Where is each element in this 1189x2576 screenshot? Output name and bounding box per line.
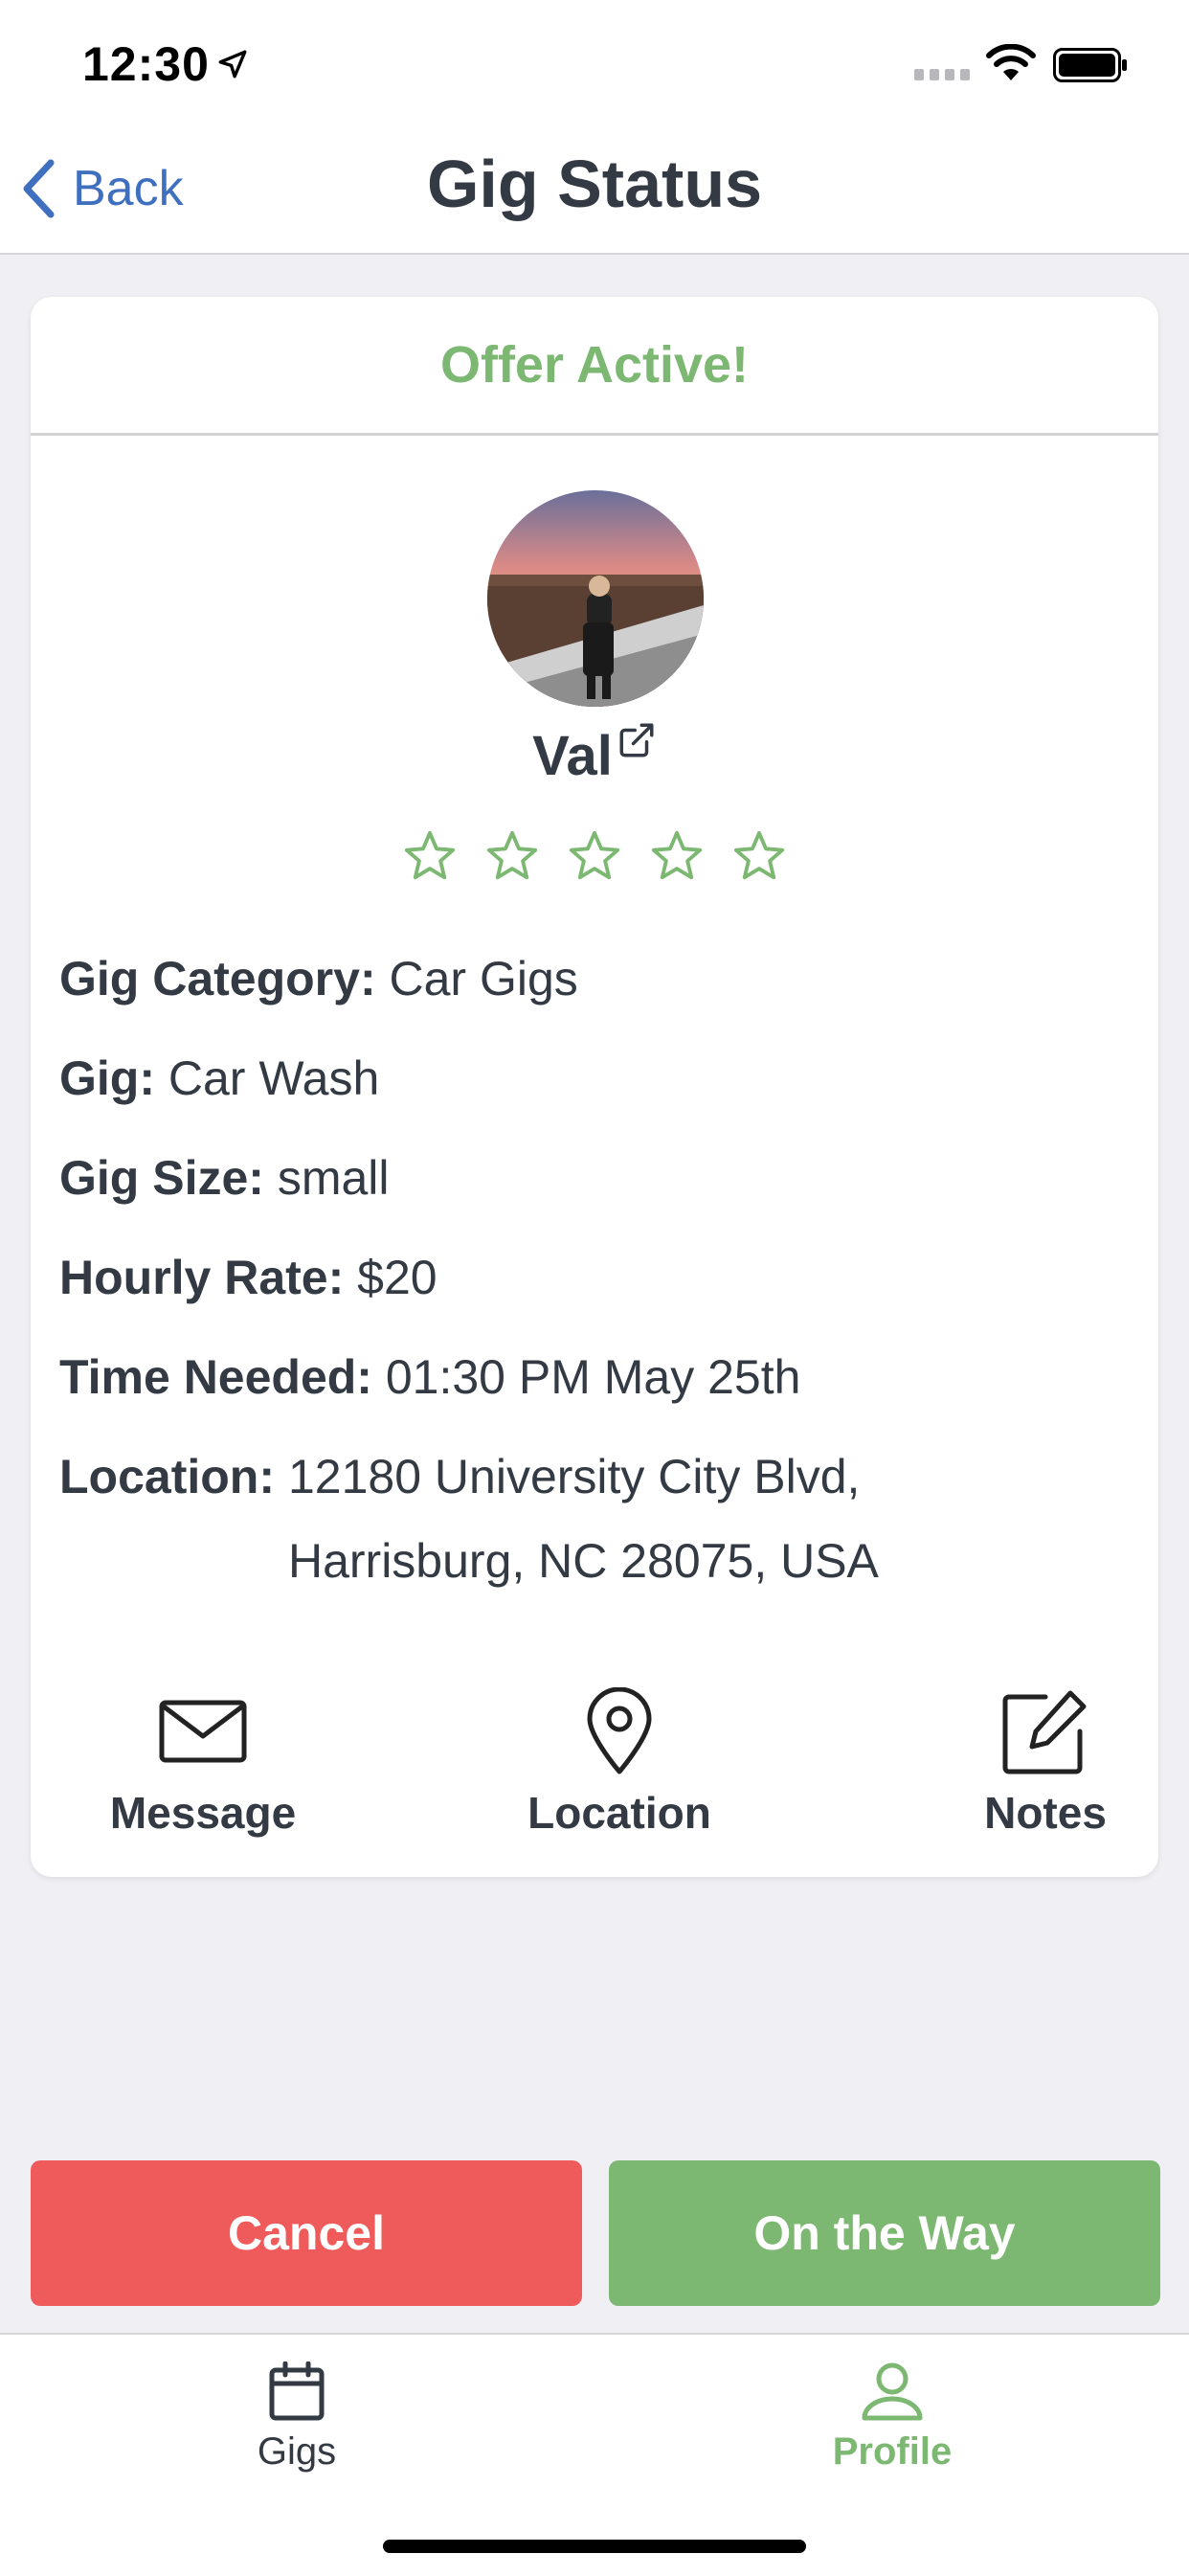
user-name-row[interactable]: Val bbox=[31, 723, 1158, 788]
map-pin-icon bbox=[587, 1687, 652, 1774]
navigation-bar: Back Gig Status bbox=[0, 126, 1189, 255]
detail-row-gig-size: Gig Size: small bbox=[59, 1128, 1132, 1228]
detail-key: Gig Size: bbox=[59, 1151, 264, 1205]
detail-key: Location: bbox=[59, 1450, 275, 1503]
gig-card: Offer Active! Val Gig Category: Car Gigs… bbox=[31, 297, 1158, 1877]
calendar-icon bbox=[269, 2361, 325, 2421]
user-icon bbox=[862, 2362, 923, 2421]
cellular-signal-icon bbox=[914, 69, 970, 80]
envelope-icon bbox=[159, 1700, 247, 1763]
location-button[interactable]: Location bbox=[495, 1685, 744, 1839]
home-indicator bbox=[383, 2540, 806, 2553]
message-label: Message bbox=[109, 1788, 297, 1838]
tab-profile-label: Profile bbox=[832, 2430, 953, 2473]
star-icon bbox=[404, 830, 456, 880]
rating-stars bbox=[31, 829, 1158, 883]
location-arrow-icon bbox=[218, 50, 247, 79]
tab-bar: Gigs Profile bbox=[0, 2333, 1189, 2576]
page-title: Gig Status bbox=[426, 147, 763, 221]
detail-row-hourly-rate: Hourly Rate: $20 bbox=[59, 1228, 1132, 1327]
notes-label: Notes bbox=[984, 1788, 1107, 1838]
location-label: Location bbox=[527, 1788, 711, 1838]
battery-icon bbox=[1053, 48, 1127, 82]
star-icon bbox=[733, 830, 785, 880]
star-icon bbox=[651, 830, 703, 880]
star-icon bbox=[486, 830, 538, 880]
cancel-button[interactable]: Cancel bbox=[31, 2160, 582, 2306]
avatar-photo bbox=[487, 490, 704, 707]
status-time: 12:30 bbox=[82, 37, 210, 91]
detail-value: $20 bbox=[357, 1251, 437, 1304]
tab-gigs[interactable]: Gigs bbox=[182, 2361, 412, 2474]
avatar[interactable] bbox=[487, 490, 704, 707]
message-button[interactable]: Message bbox=[69, 1685, 337, 1839]
tab-profile[interactable]: Profile bbox=[777, 2361, 1007, 2474]
wifi-icon bbox=[986, 44, 1036, 80]
detail-row-location: Location: 12180 University City Blvd, Ha… bbox=[59, 1435, 1132, 1603]
detail-row-time-needed: Time Needed: 01:30 PM May 25th bbox=[59, 1327, 1132, 1427]
detail-key: Time Needed: bbox=[59, 1350, 372, 1404]
detail-value: 12180 University City Blvd, Harrisburg, … bbox=[287, 1450, 879, 1588]
notes-button[interactable]: Notes bbox=[950, 1685, 1141, 1839]
detail-value: small bbox=[277, 1151, 390, 1205]
detail-row-gig-category: Gig Category: Car Gigs bbox=[59, 929, 1132, 1028]
card-actions: Message Location Notes bbox=[31, 1685, 1158, 1858]
detail-key: Hourly Rate: bbox=[59, 1251, 345, 1304]
detail-value: Car Gigs bbox=[389, 952, 578, 1006]
offer-status-header: Offer Active! bbox=[31, 297, 1158, 436]
star-icon bbox=[569, 830, 620, 880]
detail-row-gig: Gig: Car Wash bbox=[59, 1028, 1132, 1128]
on-the-way-button[interactable]: On the Way bbox=[609, 2160, 1160, 2306]
detail-value: Car Wash bbox=[168, 1051, 380, 1105]
detail-key: Gig Category: bbox=[59, 952, 376, 1006]
user-name: Val bbox=[532, 725, 613, 787]
detail-key: Gig: bbox=[59, 1051, 155, 1105]
status-bar: 12:30 bbox=[0, 0, 1189, 126]
detail-value: 01:30 PM May 25th bbox=[385, 1350, 801, 1404]
gig-details: Gig Category: Car Gigs Gig: Car Wash Gig… bbox=[59, 929, 1132, 1603]
edit-note-icon bbox=[1002, 1690, 1087, 1774]
external-link-icon[interactable] bbox=[617, 720, 657, 760]
tab-gigs-label: Gigs bbox=[257, 2430, 337, 2473]
